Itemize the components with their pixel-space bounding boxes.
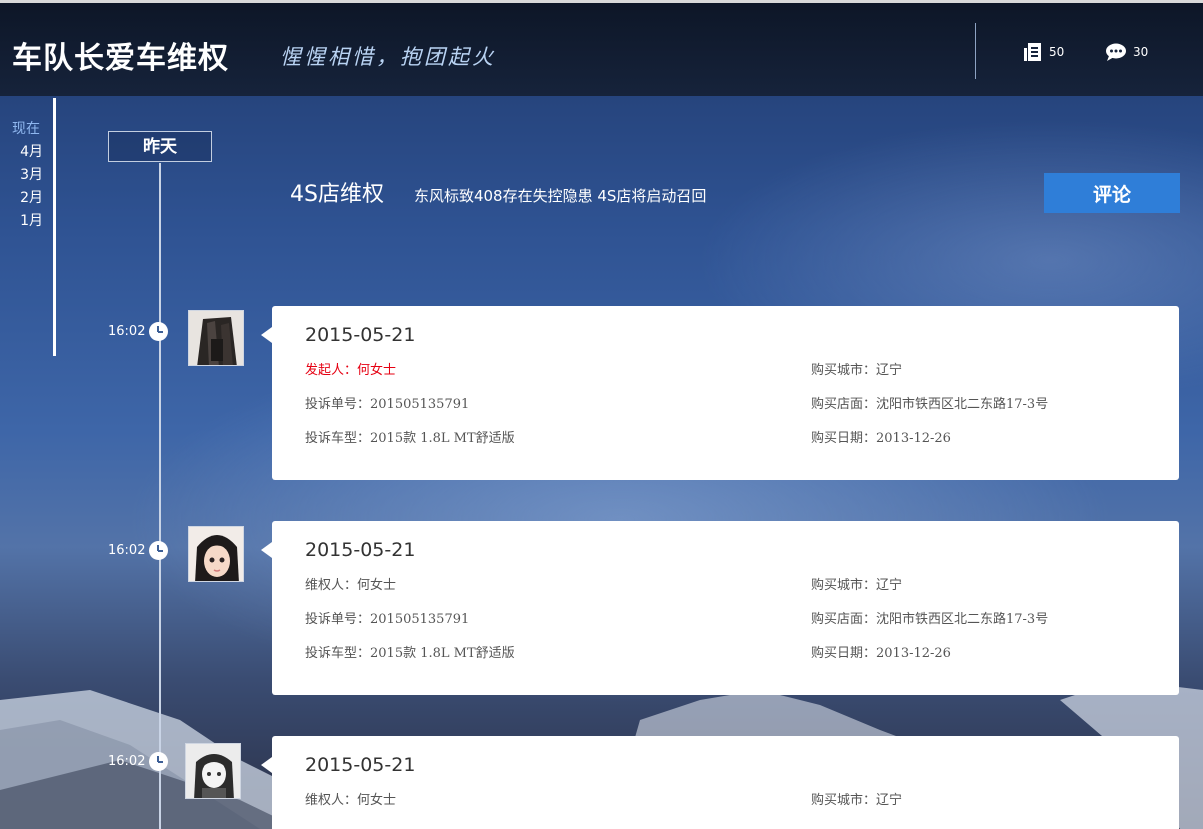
headline-category: 4S店维权 [290, 182, 384, 207]
purchase-city: 购买城市：辽宁 [811, 793, 903, 808]
car-model: 投诉车型：2015款 1.8L MT舒适版 [305, 431, 515, 446]
avatar-image [186, 744, 240, 798]
slogan: 惺惺相惜，抱团起火 [280, 45, 496, 69]
complaint-card[interactable]: 2015-05-21 维权人：何女士 购买城市：辽宁 [261, 736, 1179, 829]
entry-time: 16:02 [108, 541, 169, 560]
header-divider [975, 23, 976, 79]
avatar[interactable] [185, 743, 241, 799]
month-nav-item-now[interactable]: 现在 [0, 118, 53, 141]
clock-icon [149, 541, 169, 560]
purchase-date: 购买日期：2013-12-26 [811, 431, 951, 446]
purchase-city: 购买城市：辽宁 [811, 363, 903, 378]
clock-icon [149, 752, 169, 771]
day-label: 昨天 [108, 131, 212, 162]
month-nav-item-march[interactable]: 3月 [0, 164, 53, 187]
entry-date: 2015-05-21 [305, 754, 416, 776]
entry-date: 2015-05-21 [305, 539, 416, 561]
month-nav-item-april[interactable]: 4月 [0, 141, 53, 164]
entry-time-text: 16:02 [108, 543, 146, 558]
card-row: 投诉车型：2015款 1.8L MT舒适版 购买日期：2013-12-26 [305, 427, 1179, 461]
entry-date: 2015-05-21 [305, 324, 416, 346]
purchase-city: 购买城市：辽宁 [811, 578, 903, 593]
headline: 4S店维权 东风标致408存在失控隐患 4S店将启动召回 [290, 176, 706, 208]
comment-button[interactable]: 评论 [1044, 173, 1180, 213]
complainant-text: 维权人：何女士 [305, 578, 397, 593]
complainant-text: 维权人：何女士 [305, 793, 397, 808]
entry-time: 16:02 [108, 322, 169, 341]
headline-news[interactable]: 东风标致408存在失控隐患 4S店将启动召回 [414, 185, 706, 206]
complaint-number: 投诉单号：201505135791 [305, 612, 470, 627]
month-nav-item-january[interactable]: 1月 [0, 210, 53, 233]
card-row: 投诉单号：201505135791 购买店面：沈阳市铁西区北二东路17-3号 [305, 393, 1179, 427]
top-header: 车队长爱车维权 惺惺相惜，抱团起火 50 30 [0, 0, 1203, 96]
avatar-image [189, 527, 243, 581]
complaint-card[interactable]: 2015-05-21 维权人：何女士 购买城市：辽宁 投诉单号：20150513… [261, 521, 1179, 695]
month-nav: 现在 4月 3月 2月 1月 [0, 98, 56, 356]
brand-title[interactable]: 车队长爱车维权 [12, 33, 229, 77]
docs-stat[interactable]: 50 [1023, 43, 1064, 61]
card-row: 发起人：何女士 购买城市：辽宁 [305, 359, 1179, 393]
docs-count: 50 [1049, 45, 1065, 59]
entry-time-text: 16:02 [108, 754, 146, 769]
comments-count: 30 [1133, 45, 1149, 59]
document-icon [1024, 43, 1041, 61]
card-row: 维权人：何女士 购买城市：辽宁 [305, 789, 1179, 823]
card-row: 投诉单号：201505135791 购买店面：沈阳市铁西区北二东路17-3号 [305, 608, 1179, 642]
clock-icon [149, 322, 169, 341]
car-model: 投诉车型：2015款 1.8L MT舒适版 [305, 646, 515, 661]
purchase-store: 购买店面：沈阳市铁西区北二东路17-3号 [811, 397, 1049, 412]
initiator-text: 发起人：何女士 [305, 363, 397, 378]
month-nav-item-february[interactable]: 2月 [0, 187, 53, 210]
chat-bubble-icon [1106, 43, 1126, 61]
avatar[interactable] [188, 310, 244, 366]
complaint-number: 投诉单号：201505135791 [305, 397, 470, 412]
entry-time-text: 16:02 [108, 324, 146, 339]
complaint-card[interactable]: 2015-05-21 发起人：何女士 购买城市：辽宁 投诉单号：20150513… [261, 306, 1179, 480]
timeline-line [159, 163, 161, 829]
purchase-store: 购买店面：沈阳市铁西区北二东路17-3号 [811, 612, 1049, 627]
card-row: 维权人：何女士 购买城市：辽宁 [305, 574, 1179, 608]
purchase-date: 购买日期：2013-12-26 [811, 646, 951, 661]
card-row: 投诉车型：2015款 1.8L MT舒适版 购买日期：2013-12-26 [305, 642, 1179, 676]
comments-stat[interactable]: 30 [1105, 43, 1148, 61]
avatar[interactable] [188, 526, 244, 582]
entry-time: 16:02 [108, 752, 169, 771]
avatar-image [189, 311, 243, 365]
